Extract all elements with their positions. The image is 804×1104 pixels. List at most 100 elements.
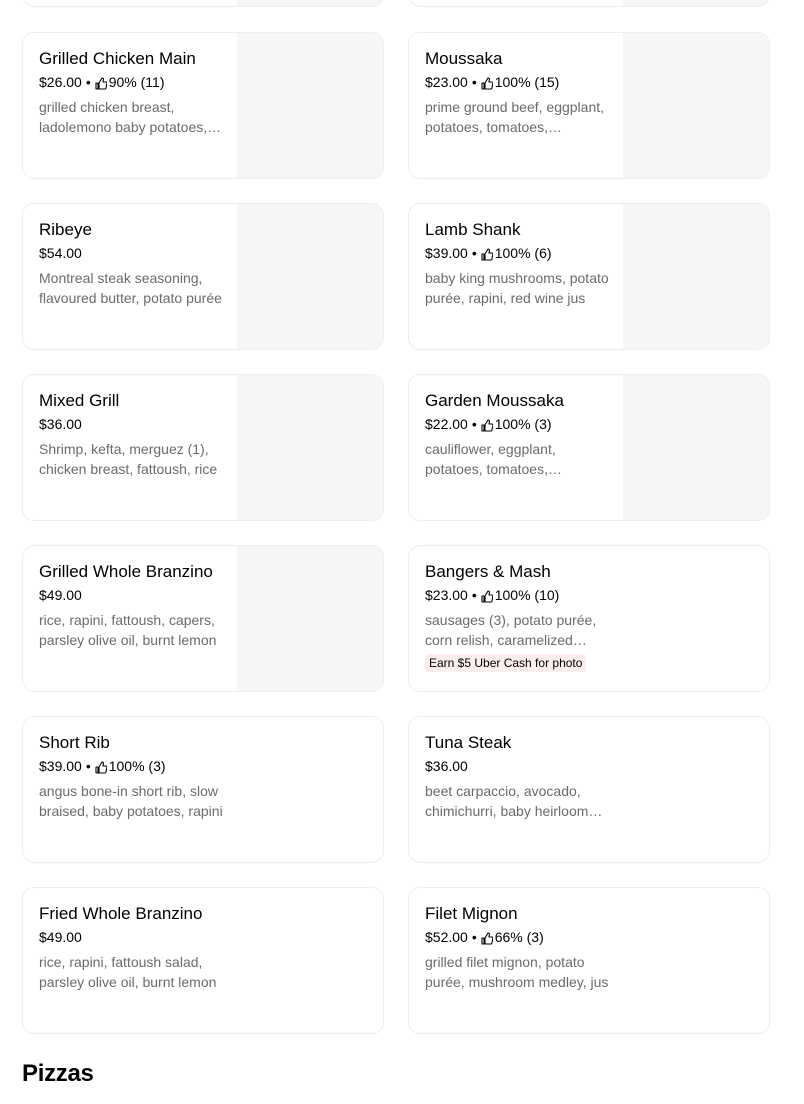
menu-item-meta: $23.00 • 100% (10) — [425, 586, 615, 604]
item-image-placeholder — [237, 546, 383, 691]
menu-item-card[interactable]: Bangers & Mash $23.00 • 100% (10) sausages (… — [408, 545, 770, 692]
menu-item-rating: 100% (10) — [494, 587, 560, 603]
menu-item-info: Short Rib $39.00 • 100% (3) angus bone-in sh… — [39, 732, 229, 821]
menu-item-price: $36.00 — [425, 758, 468, 774]
item-image-placeholder — [237, 204, 383, 349]
menu-item-info: Ribeye $54.00 Montreal steak seasoning, fl… — [39, 219, 225, 308]
menu-item-price: $23.00 — [425, 74, 468, 90]
menu-item-price: $39.00 — [425, 245, 468, 261]
menu-item-meta: $39.00 • 100% (3) — [39, 757, 229, 775]
menu-item-card[interactable]: Grilled Chicken Main $26.00 • 90% (11) grill… — [22, 32, 384, 179]
menu-item-name: Moussaka — [425, 49, 503, 68]
menu-item-price: $26.00 — [39, 74, 82, 90]
menu-item-info: Bangers & Mash $23.00 • 100% (10) sausages (… — [425, 561, 615, 672]
menu-item-description: beet carpaccio, avocado, chimichurri, ba… — [425, 783, 589, 819]
menu-item-info: Lamb Shank $39.00 • 100% (6) baby king mushr… — [425, 219, 611, 308]
menu-item-info: Moussaka $23.00 • 100% (15) prime ground bee… — [425, 48, 611, 137]
menu-item-price: $22.00 — [425, 416, 468, 432]
menu-item-description: grilled filet mignon, potato purée, mush… — [425, 954, 609, 990]
menu-item-name: Tuna Steak — [425, 733, 512, 752]
menu-item-price: $39.00 — [39, 758, 82, 774]
menu-item-rating: 90% (11) — [108, 74, 165, 90]
separator-dot: • — [471, 416, 477, 432]
menu-item-meta: $23.00 • 100% (15) — [425, 73, 611, 91]
menu-item-description: cauliflower, eggplant, potatoes, tomatoe… — [425, 441, 556, 477]
thumbs-up-icon — [481, 247, 494, 261]
item-image-placeholder — [623, 204, 769, 349]
menu-item-rating: 100% (3) — [494, 416, 552, 432]
menu-item-rating: 100% (6) — [494, 245, 552, 261]
separator-dot: • — [85, 74, 91, 90]
menu-item-info: Grilled Whole Branzino $49.00 rice, rapini… — [39, 561, 225, 650]
menu-item-price: $54.00 — [39, 245, 82, 261]
menu-item-name: Short Rib — [39, 733, 110, 752]
menu-item-name: Bangers & Mash — [425, 562, 551, 581]
menu-item-description: prime ground beef, eggplant, potatoes, t… — [425, 99, 605, 135]
menu-item-description: rice, rapini, fattoush salad, parsley ol… — [39, 954, 217, 990]
menu-item-rating: 66% (3) — [494, 929, 544, 945]
menu-item-info: Fried Whole Branzino $49.00 rice, rapini, … — [39, 903, 229, 992]
menu-item-meta: $36.00 — [425, 757, 615, 775]
menu-item-meta: $36.00 — [39, 415, 225, 433]
item-image-placeholder — [623, 33, 769, 178]
menu-item-card-partial[interactable] — [408, 0, 770, 7]
menu-item-name: Grilled Whole Branzino — [39, 562, 213, 581]
menu-item-card[interactable]: Mixed Grill $36.00 Shrimp, kefta, merguez … — [22, 374, 384, 521]
thumbs-up-icon — [95, 76, 108, 90]
item-image-placeholder — [623, 375, 769, 520]
menu-item-name: Mixed Grill — [39, 391, 120, 410]
menu-item-info: Filet Mignon $52.00 • 66% (3) grilled filet … — [425, 903, 615, 992]
menu-item-description: sausages (3), potato purée, corn relish,… — [425, 612, 597, 648]
item-image-placeholder — [237, 0, 383, 6]
menu-item-card[interactable]: Garden Moussaka $22.00 • 100% (3) cauliflowe… — [408, 374, 770, 521]
menu-item-name: Lamb Shank — [425, 220, 521, 239]
menu-item-price: $23.00 — [425, 587, 468, 603]
separator-dot: • — [471, 587, 477, 603]
menu-item-rating: 100% (15) — [494, 74, 560, 90]
separator-dot: • — [471, 74, 477, 90]
menu-item-meta: $49.00 — [39, 928, 229, 946]
menu-item-price: $49.00 — [39, 587, 82, 603]
section-title-pizzas: Pizzas — [22, 1060, 94, 1087]
item-image-placeholder — [623, 0, 769, 6]
menu-item-description: rice, rapini, fattoush, capers, parsley … — [39, 612, 217, 648]
item-image-placeholder — [237, 33, 383, 178]
menu-item-description: Montreal steak seasoning, flavoured butt… — [39, 270, 222, 306]
menu-item-card[interactable]: Moussaka $23.00 • 100% (15) prime ground bee… — [408, 32, 770, 179]
menu-item-card[interactable]: Tuna Steak $36.00 beet carpaccio, avocado,… — [408, 716, 770, 863]
menu-item-name: Fried Whole Branzino — [39, 904, 203, 923]
menu-item-card[interactable]: Fried Whole Branzino $49.00 rice, rapini, … — [22, 887, 384, 1034]
menu-item-card-partial[interactable] — [22, 0, 384, 7]
menu-item-meta: $26.00 • 90% (11) — [39, 73, 225, 91]
menu-item-description: angus bone-in short rib, slow braised, b… — [39, 783, 223, 819]
menu-item-card[interactable]: Grilled Whole Branzino $49.00 rice, rapini… — [22, 545, 384, 692]
menu-item-card[interactable]: Short Rib $39.00 • 100% (3) angus bone-in sh… — [22, 716, 384, 863]
menu-item-name: Filet Mignon — [425, 904, 518, 923]
menu-item-meta: $52.00 • 66% (3) — [425, 928, 615, 946]
menu-item-meta: $22.00 • 100% (3) — [425, 415, 611, 433]
promo-badge: Earn $5 Uber Cash for photo — [425, 654, 587, 672]
thumbs-up-icon — [481, 589, 494, 603]
menu-item-meta: $54.00 — [39, 244, 225, 262]
menu-item-description: Shrimp, kefta, merguez (1), chicken brea… — [39, 441, 218, 477]
menu-item-rating: 100% (3) — [108, 758, 166, 774]
separator-dot: • — [471, 929, 477, 945]
thumbs-up-icon — [481, 931, 494, 945]
menu-item-name: Garden Moussaka — [425, 391, 564, 410]
menu-item-info: Tuna Steak $36.00 beet carpaccio, avocado,… — [425, 732, 615, 821]
menu-item-name: Grilled Chicken Main — [39, 49, 196, 68]
thumbs-up-icon — [481, 76, 494, 90]
menu-item-description: grilled chicken breast, ladolemono baby … — [39, 99, 208, 135]
thumbs-up-icon — [481, 418, 494, 432]
menu-item-price: $36.00 — [39, 416, 82, 432]
menu-item-description: baby king mushrooms, potato purée, rapin… — [425, 270, 609, 306]
menu-item-card[interactable]: Ribeye $54.00 Montreal steak seasoning, fl… — [22, 203, 384, 350]
menu-item-card[interactable]: Filet Mignon $52.00 • 66% (3) grilled filet … — [408, 887, 770, 1034]
menu-item-info: Grilled Chicken Main $26.00 • 90% (11) grill… — [39, 48, 225, 137]
thumbs-up-icon — [95, 760, 108, 774]
item-image-placeholder — [237, 375, 383, 520]
menu-item-price: $49.00 — [39, 929, 82, 945]
menu-item-card[interactable]: Lamb Shank $39.00 • 100% (6) baby king mushr… — [408, 203, 770, 350]
menu-item-info: Mixed Grill $36.00 Shrimp, kefta, merguez … — [39, 390, 225, 479]
separator-dot: • — [85, 758, 91, 774]
